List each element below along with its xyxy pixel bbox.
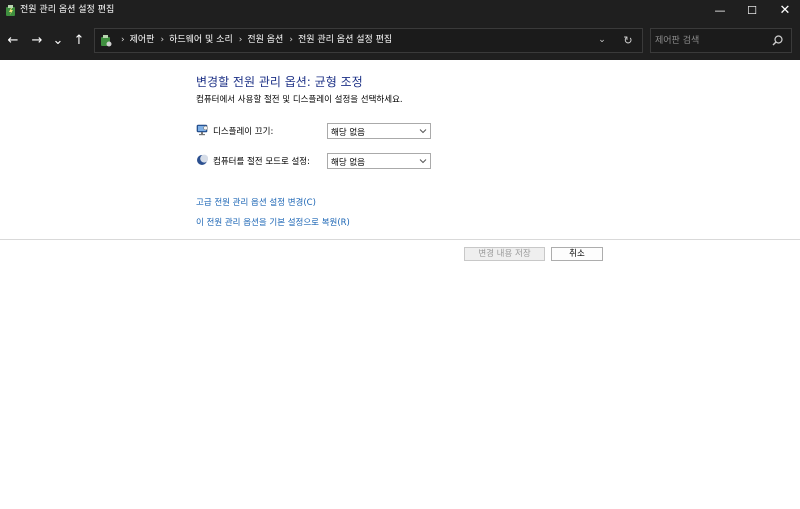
- breadcrumb-separator[interactable]: ›: [121, 29, 125, 52]
- sleep-select[interactable]: 해당 없음: [327, 153, 431, 169]
- chevron-down-icon: [419, 129, 427, 134]
- refresh-icon: ↻: [623, 34, 633, 47]
- maximize-button[interactable]: ☐: [734, 0, 770, 22]
- breadcrumb-hardware-sound[interactable]: 하드웨어 및 소리: [169, 35, 233, 45]
- chevron-down-icon: ⌄: [52, 33, 64, 48]
- search-icon[interactable]: [771, 34, 784, 47]
- address-bar[interactable]: › 제어판 › 하드웨어 및 소리 › 전원 옵션 › 전원 관리 옵션 설정 편집 ⌄ ↻: [94, 28, 643, 53]
- refresh-button[interactable]: ↻: [619, 29, 637, 52]
- save-changes-button[interactable]: 변경 내용 저장: [464, 247, 545, 261]
- display-off-label: 디스플레이 끄기:: [213, 127, 274, 137]
- navigation-bar: ← → ⌄ ↑ › 제어판 › 하드웨어 및 소리 › 전원 옵션 › 전원 관리 옵션 설정…: [0, 22, 800, 60]
- chevron-down-icon: [419, 159, 427, 164]
- breadcrumb-edit-plan[interactable]: 전원 관리 옵션 설정 편집: [298, 35, 392, 45]
- monitor-icon: [196, 124, 208, 136]
- minimize-button[interactable]: —: [702, 0, 738, 22]
- divider: [0, 239, 800, 240]
- power-options-icon: [6, 5, 15, 16]
- breadcrumb-control-panel[interactable]: 제어판: [130, 35, 155, 45]
- display-off-value: 해당 없음: [331, 128, 365, 138]
- search-input[interactable]: [655, 32, 767, 49]
- title-bar: 전원 관리 옵션 설정 편집 — ☐ ✕: [0, 0, 800, 22]
- breadcrumb-separator[interactable]: ›: [160, 29, 164, 52]
- up-button[interactable]: ↑: [69, 22, 89, 60]
- chevron-down-icon: ⌄: [598, 35, 606, 45]
- address-history-button[interactable]: ⌄: [593, 29, 611, 52]
- forward-arrow-icon: →: [31, 33, 43, 48]
- page-title: 변경할 전원 관리 옵션: 균형 조정: [196, 75, 363, 89]
- window-title: 전원 관리 옵션 설정 편집: [20, 5, 115, 15]
- control-panel-icon: [101, 35, 112, 47]
- moon-icon: [197, 154, 208, 165]
- search-box[interactable]: [650, 28, 792, 53]
- breadcrumb-power-options[interactable]: 전원 옵션: [247, 35, 283, 45]
- up-arrow-icon: ↑: [73, 33, 85, 48]
- back-arrow-icon: ←: [7, 33, 19, 48]
- close-button[interactable]: ✕: [767, 0, 800, 22]
- display-off-select[interactable]: 해당 없음: [327, 123, 431, 139]
- breadcrumb: › 제어판 › 하드웨어 및 소리 › 전원 옵션 › 전원 관리 옵션 설정 편집: [115, 29, 392, 52]
- recent-locations-button[interactable]: ⌄: [48, 22, 68, 60]
- breadcrumb-separator[interactable]: ›: [239, 29, 243, 52]
- advanced-settings-link[interactable]: 고급 전원 관리 옵션 설정 변경(C): [196, 196, 316, 208]
- page-subtitle: 컴퓨터에서 사용할 절전 및 디스플레이 설정을 선택하세요.: [196, 95, 403, 105]
- breadcrumb-separator[interactable]: ›: [289, 29, 293, 52]
- cancel-button[interactable]: 취소: [551, 247, 603, 261]
- back-button[interactable]: ←: [3, 22, 23, 60]
- restore-defaults-link[interactable]: 이 전원 관리 옵션을 기본 설정으로 복원(R): [196, 216, 350, 228]
- sleep-value: 해당 없음: [331, 158, 365, 168]
- sleep-label: 컴퓨터를 절전 모드로 설정:: [213, 157, 310, 167]
- forward-button[interactable]: →: [27, 22, 47, 60]
- main-content: 변경할 전원 관리 옵션: 균형 조정 컴퓨터에서 사용할 절전 및 디스플레이…: [0, 60, 800, 509]
